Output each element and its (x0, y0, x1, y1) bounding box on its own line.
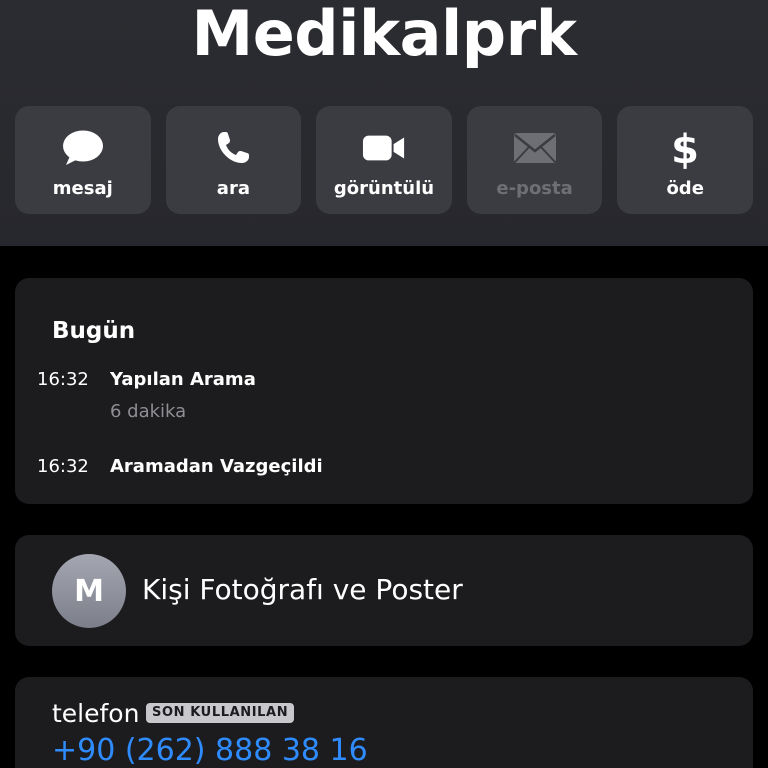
contact-photo-poster-label: Kişi Fotoğrafı ve Poster (142, 573, 463, 606)
call-type: Aramadan Vazgeçildi (110, 456, 323, 477)
call-duration: 6 dakika (110, 401, 187, 422)
pay-button[interactable]: $ öde (617, 106, 753, 214)
envelope-icon (513, 128, 557, 168)
message-bubble-icon (61, 128, 105, 168)
email-button-label: e-posta (496, 178, 573, 199)
message-button[interactable]: mesaj (15, 106, 151, 214)
video-camera-icon (362, 128, 406, 168)
avatar: M (52, 554, 126, 628)
recents-day-heading: Bugün (52, 318, 136, 344)
recently-used-badge: SON KULLANILAN (146, 703, 295, 723)
svg-text:$: $ (671, 127, 699, 169)
call-time: 16:32 (37, 369, 89, 390)
video-button[interactable]: görüntülü (316, 106, 452, 214)
quick-actions-bar: mesaj ara görüntülü e-posta $ öde (15, 106, 753, 214)
email-button[interactable]: e-posta (466, 106, 603, 214)
phone-label: telefon (52, 699, 140, 728)
call-time: 16:32 (37, 456, 89, 477)
pay-button-label: öde (666, 178, 704, 199)
message-button-label: mesaj (52, 178, 113, 199)
call-type: Yapılan Arama (110, 369, 256, 390)
call-button-label: ara (216, 178, 250, 199)
dollar-icon: $ (663, 127, 707, 169)
phone-card: telefon SON KULLANILAN +90 (262) 888 38 … (15, 677, 753, 768)
call-button[interactable]: ara (165, 106, 302, 214)
contact-name: Medikalprk (191, 0, 577, 70)
phone-icon (211, 128, 255, 168)
video-button-label: görüntülü (333, 178, 435, 199)
contact-header: Medikalprk mesaj ara görüntülü e-posta $… (0, 0, 768, 246)
phone-number-link[interactable]: +90 (262) 888 38 16 (52, 733, 368, 768)
contact-photo-poster-row[interactable]: M Kişi Fotoğrafı ve Poster (15, 535, 753, 646)
